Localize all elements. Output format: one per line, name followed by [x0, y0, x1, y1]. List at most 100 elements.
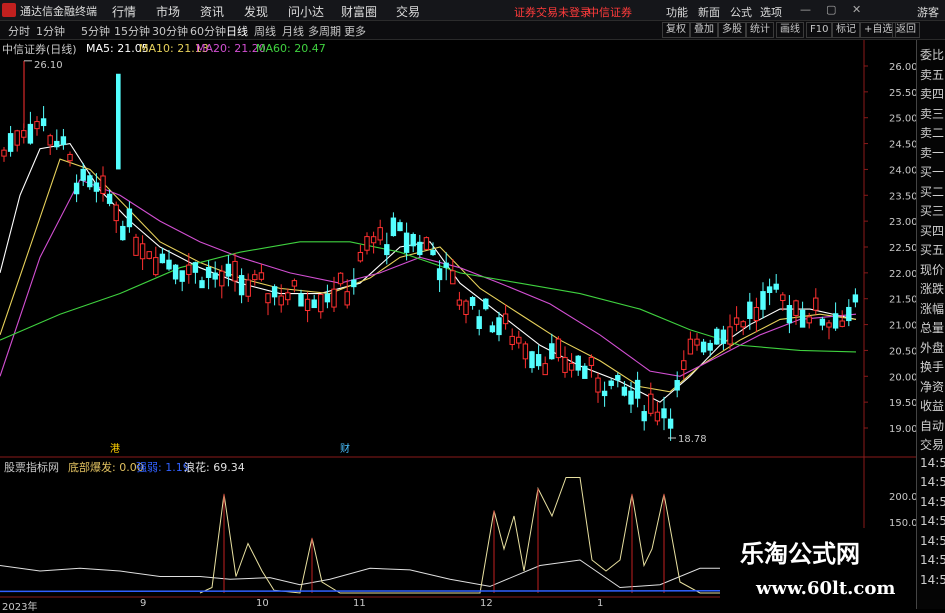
candle-body: [450, 270, 456, 285]
candle-body: [588, 356, 595, 366]
quote-panel-item: 14:50: [920, 572, 945, 587]
ytick-label: 22.00: [889, 269, 916, 280]
candle-body: [423, 237, 430, 250]
ind-ytick-200: 200.0: [889, 492, 916, 503]
quote-panel-item: 买五: [920, 243, 945, 257]
candle-body: [34, 121, 40, 130]
quote-panel-item: 总量: [920, 321, 945, 335]
indicator-wave: 浪花: 69.34: [184, 461, 245, 474]
candle-body: [93, 182, 100, 192]
xaxis-label-9: 9: [140, 598, 147, 609]
ytick-label: 19.00: [889, 424, 916, 435]
low-price-label: 18.78: [678, 434, 707, 445]
candle-body: [489, 325, 496, 333]
candle-body: [542, 363, 548, 376]
quote-panel-item: 买三: [920, 204, 945, 218]
xaxis-label-1: 1: [597, 598, 604, 609]
quote-panel-item: 净资: [920, 379, 945, 394]
candle-body: [47, 135, 53, 146]
candle-body: [436, 268, 443, 281]
candle-body: [370, 236, 377, 244]
candle-body: [595, 377, 601, 393]
candle-body: [555, 338, 562, 359]
candle-body: [562, 357, 568, 373]
candle-body: [549, 343, 555, 360]
candle-body: [21, 130, 27, 138]
candle-body: [826, 322, 832, 328]
candle-body: [575, 355, 581, 371]
candle-body: [601, 390, 608, 397]
candle-body: [298, 293, 304, 307]
candle-body: [219, 270, 225, 287]
candle-body: [80, 168, 86, 181]
candle-body: [852, 294, 859, 303]
candle-body: [760, 291, 766, 310]
candle-body: [357, 251, 364, 262]
quote-panel-item: 卖四: [920, 87, 945, 101]
candle-body: [430, 249, 436, 256]
candle-body: [186, 264, 192, 275]
candle-body: [238, 275, 245, 296]
quote-panel-item[interactable]: 自动: [920, 417, 944, 434]
candle-body: [786, 305, 793, 324]
candle-body: [582, 365, 588, 379]
candle-body: [667, 418, 674, 429]
candle-body: [819, 318, 826, 326]
xaxis-label-11: 11: [353, 598, 366, 609]
event-marker-fin[interactable]: 财: [340, 442, 350, 455]
indicator-bottom-burst: 底部爆发: 0.00: [68, 461, 144, 474]
candle-body: [846, 306, 852, 322]
candle-body: [364, 236, 370, 251]
candle-body: [529, 351, 535, 369]
candle-body: [410, 234, 416, 247]
candle-body: [133, 236, 139, 256]
candle-body: [377, 227, 383, 241]
candle-body: [271, 286, 278, 298]
candle-body: [832, 313, 839, 329]
candle-body: [172, 264, 179, 280]
xaxis-label-12: 12: [480, 598, 493, 609]
site-watermark: 乐淘公式网 www.60lt.com: [720, 528, 916, 609]
indicator-name[interactable]: 股票指标网: [4, 459, 59, 475]
candle-body: [443, 262, 449, 268]
candle-body: [463, 300, 469, 315]
candle-body: [73, 182, 80, 195]
quote-panel-item: 买四: [920, 223, 945, 238]
ma10-line: [0, 158, 857, 393]
candle-body: [113, 204, 119, 222]
quote-panel-item[interactable]: 交易: [920, 436, 944, 453]
candle-body: [740, 321, 746, 328]
candle-body: [516, 336, 522, 344]
candle-body: [166, 259, 172, 270]
candle-body: [773, 283, 779, 290]
quote-panel-item: 卖二: [920, 126, 945, 140]
quote-panel-item: 卖五: [920, 67, 945, 82]
burst-line: [199, 477, 720, 594]
candle-body: [27, 123, 34, 144]
candle-body: [681, 360, 687, 370]
watermark-url: www.60lt.com: [756, 578, 896, 599]
candle-body: [67, 153, 73, 162]
ytick-label: 20.50: [889, 346, 916, 357]
candle-body: [120, 225, 126, 241]
candle-body: [608, 380, 614, 386]
candle-body: [14, 130, 20, 146]
candle-body: [159, 253, 166, 264]
ytick-label: 25.00: [889, 114, 916, 125]
candle-body: [278, 295, 284, 306]
kline-chart[interactable]: 26.00 25.50 25.00 24.50 24.00 23.50 23.00 22.50…: [0, 0, 916, 609]
candle-body: [232, 260, 238, 282]
candle-body: [733, 317, 740, 325]
quote-panel-item: 14:50: [920, 455, 945, 470]
candle-body: [212, 272, 218, 280]
quote-panel-item: 收益: [920, 399, 945, 413]
event-marker-hk[interactable]: 港: [110, 443, 120, 455]
candle-body: [509, 335, 515, 346]
candle-body: [476, 316, 482, 330]
candle-body: [384, 244, 390, 256]
ytick-label: 26.00: [889, 62, 916, 73]
candle-body: [192, 262, 199, 273]
candle-body: [87, 175, 93, 188]
quote-panel-item: 14:50: [920, 514, 945, 528]
guest-label[interactable]: 游客: [917, 4, 939, 20]
